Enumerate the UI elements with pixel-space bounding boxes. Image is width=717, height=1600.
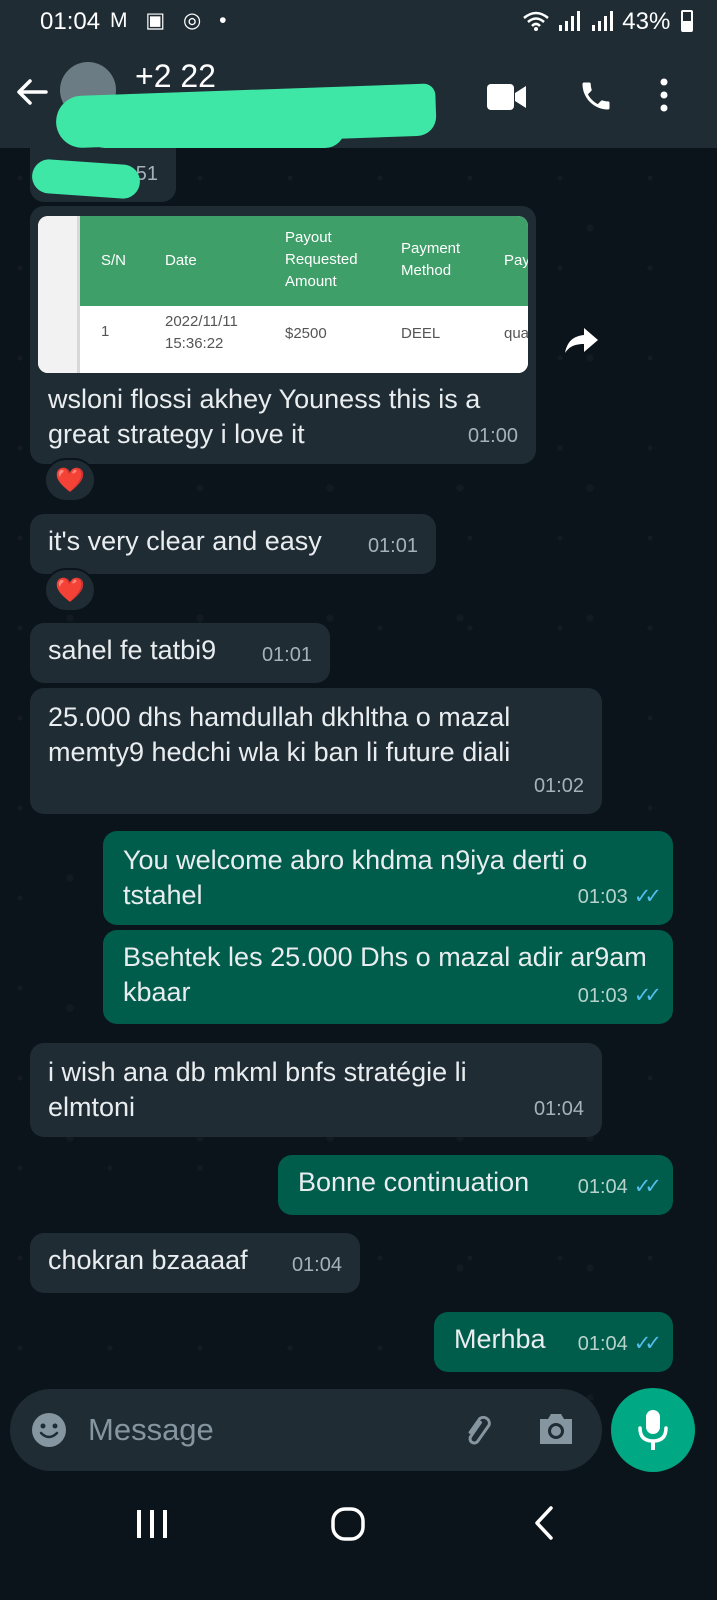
time-text: 01:04 [577, 1333, 628, 1355]
attach-icon[interactable] [458, 1411, 498, 1451]
status-right: 43% [522, 8, 693, 36]
signal-icon-2 [591, 11, 613, 31]
message-text: i wish ana db mkml bnfs stratégie li elm… [48, 1057, 467, 1122]
message-text: it's very clear and easy [48, 526, 322, 556]
shared-image-table[interactable]: S/N Date Payout Requested Amount Payment… [38, 216, 528, 373]
message-time: 01:01 [261, 644, 312, 666]
notification-icons: M ▣ ◎ • [110, 9, 233, 32]
message-time: 01:00 [467, 425, 518, 447]
table-row: 1 2022/11/11 15:36:22 $2500 DEEL qua [80, 306, 528, 373]
table-header-cell: Payment Method [401, 240, 461, 279]
message-time: 01:04 [291, 1254, 342, 1276]
message-text: chokran bzaaaaf [48, 1245, 248, 1275]
message-text: You welcome abro khdma n9iya derti o tst… [123, 845, 588, 910]
message-text: wsloni flossi akhey Youness this is a gr… [48, 384, 481, 449]
table-header-row: S/N Date Payout Requested Amount Payment… [80, 216, 528, 306]
heart-reaction[interactable]: ❤️ [44, 458, 96, 502]
message-text: Bonne continuation [298, 1167, 530, 1197]
microphone-icon [638, 1410, 668, 1450]
status-bar: 01:04 M ▣ ◎ • 43% [0, 0, 717, 44]
contact-name[interactable]: +2 22 [135, 58, 216, 95]
message-time: 01:01 [367, 535, 418, 557]
message-bubble-outgoing[interactable]: You welcome abro khdma n9iya derti o tst… [103, 831, 673, 925]
message-text: 25.000 dhs hamdullah dkhltha o mazal mem… [48, 702, 511, 767]
system-navigation-bar [0, 1480, 717, 1600]
message-compose-bar [10, 1389, 602, 1471]
message-time: 01:03 ✓✓ [577, 879, 662, 915]
table-cell: DEEL [401, 325, 441, 342]
time-text: 01:04 [577, 1176, 628, 1198]
message-time: 01:04 [533, 1098, 584, 1120]
message-text: Bsehtek les 25.000 Dhs o mazal adir ar9a… [123, 942, 647, 1007]
microphone-button[interactable] [611, 1388, 695, 1472]
more-options-icon[interactable] [660, 78, 668, 112]
status-time: 01:04 [40, 8, 101, 35]
nav-back-icon[interactable] [532, 1504, 556, 1542]
time-text: 01:03 [577, 886, 628, 908]
chat-header: +2 22 [0, 44, 717, 149]
signal-icon [558, 11, 580, 31]
message-time: 01:03 ✓✓ [577, 978, 662, 1014]
read-ticks-icon: ✓✓ [633, 1332, 662, 1355]
table-header-cell: Date [165, 252, 197, 269]
back-arrow-icon[interactable] [14, 66, 54, 116]
battery-percent: 43% [622, 8, 671, 35]
video-call-icon[interactable] [487, 84, 527, 110]
heart-reaction[interactable]: ❤️ [44, 568, 96, 612]
message-bubble-incoming[interactable]: it's very clear and easy 01:01 [30, 514, 436, 574]
message-bubble-outgoing[interactable]: Bonne continuation 01:04 ✓✓ [278, 1155, 673, 1215]
table-sidebar [38, 216, 80, 373]
table-cell: 1 [101, 323, 110, 340]
message-text: Merhba [454, 1324, 546, 1354]
read-ticks-icon: ✓✓ [633, 984, 662, 1007]
table-header-cell: Pay [504, 252, 528, 269]
time-text: 01:03 [577, 985, 628, 1007]
table-header-cell: S/N [101, 252, 127, 269]
message-time: 01:02 [533, 775, 584, 797]
message-bubble-incoming[interactable]: chokran bzaaaaf 01:04 [30, 1233, 360, 1293]
message-time: 01:04 ✓✓ [577, 1169, 662, 1205]
message-input[interactable] [88, 1408, 428, 1452]
battery-icon [681, 10, 693, 32]
message-bubble-incoming[interactable]: i wish ana db mkml bnfs stratégie li elm… [30, 1043, 602, 1137]
read-ticks-icon: ✓✓ [633, 1175, 662, 1198]
chat-area[interactable]: 51 wsloni flossi akhey Youness this is a… [0, 148, 717, 1400]
phone-call-icon[interactable] [578, 78, 614, 114]
emoji-icon[interactable] [30, 1411, 68, 1449]
message-time: 01:04 ✓✓ [577, 1326, 662, 1362]
redaction-mark [85, 108, 345, 148]
message-bubble-outgoing[interactable]: Bsehtek les 25.000 Dhs o mazal adir ar9a… [103, 930, 673, 1024]
message-bubble-incoming[interactable]: sahel fe tatbi9 01:01 [30, 623, 330, 683]
message-bubble-outgoing[interactable]: Merhba 01:04 ✓✓ [434, 1312, 673, 1372]
table-cell: $2500 [285, 325, 327, 342]
home-icon[interactable] [330, 1506, 366, 1542]
read-ticks-icon: ✓✓ [633, 885, 662, 908]
wifi-icon [523, 11, 550, 31]
message-text: sahel fe tatbi9 [48, 635, 217, 665]
table-header-cell: Payout Requested Amount [285, 229, 358, 290]
camera-icon[interactable] [536, 1411, 576, 1447]
forward-icon[interactable] [562, 320, 602, 360]
table-cell: 2022/11/11 15:36:22 [165, 313, 238, 352]
message-bubble-incoming[interactable]: 25.000 dhs hamdullah dkhltha o mazal mem… [30, 688, 602, 814]
recent-apps-icon[interactable] [135, 1508, 169, 1540]
table-cell: qua [504, 325, 528, 342]
